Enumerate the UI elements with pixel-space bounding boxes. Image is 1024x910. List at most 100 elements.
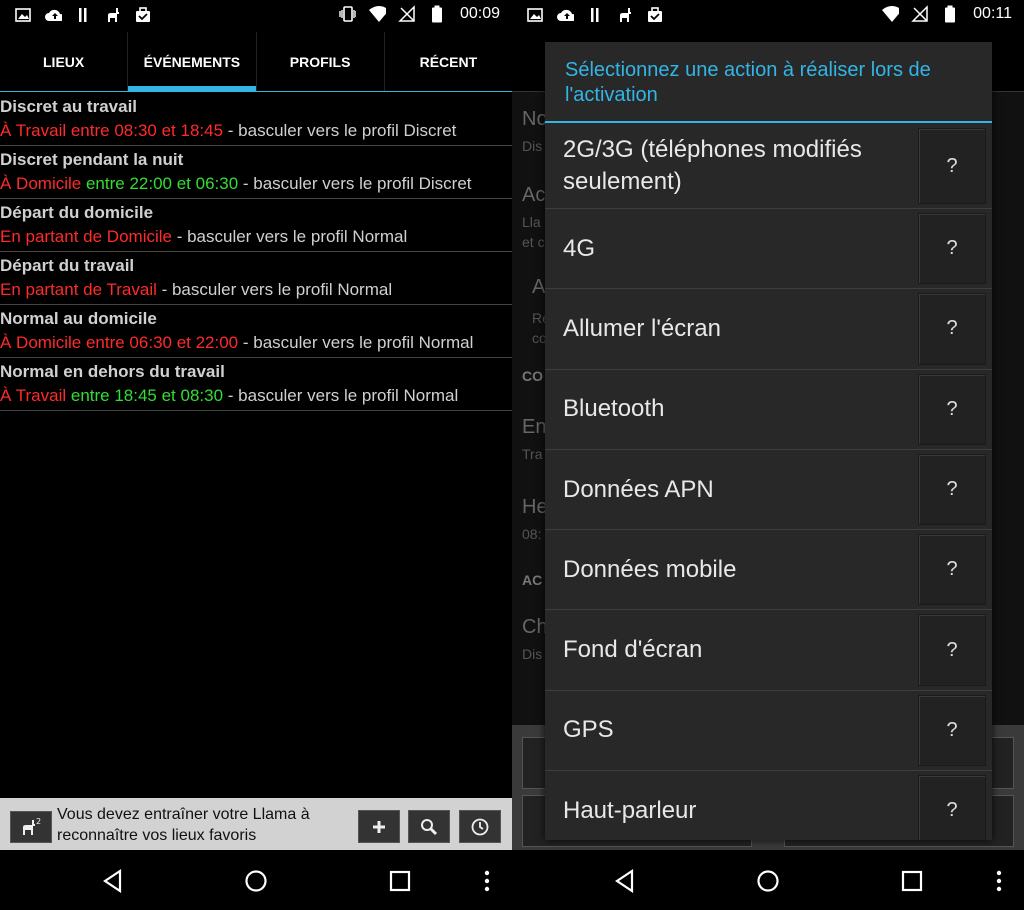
background-text: et c (522, 234, 545, 250)
pause-icon (586, 6, 604, 24)
background-text: A (532, 276, 546, 298)
event-action: - basculer vers le profil Discret (238, 174, 472, 193)
event-item[interactable]: Discret pendant la nuit À Domicile entre… (0, 146, 512, 199)
background-text: Lla (522, 214, 541, 230)
event-item[interactable]: Départ du travail En partant de Travail … (0, 252, 512, 305)
action-item-bluetooth[interactable]: Bluetooth ? (545, 370, 992, 450)
more-vert-icon (996, 870, 1002, 892)
help-button[interactable]: ? (918, 128, 986, 204)
cloud-upload-icon (44, 6, 62, 24)
action-item-speaker[interactable]: Haut-parleur ? (545, 771, 992, 840)
event-action: - basculer vers le profil Normal (238, 333, 474, 352)
help-button[interactable]: ? (918, 694, 986, 767)
tab-bar: LIEUX ÉVÉNEMENTS PROFILS RÉCENT (0, 32, 512, 92)
action-item-mobile-data[interactable]: Données mobile ? (545, 530, 992, 611)
event-item[interactable]: Départ du domicile En partant de Domicil… (0, 199, 512, 252)
event-title: Normal en dehors du travail (0, 362, 225, 381)
action-picker-screen: 00:11 No Dis Ac Lla et c A Re co CO En T… (512, 0, 1024, 910)
help-button[interactable]: ? (918, 453, 986, 526)
battery-icon (428, 5, 446, 23)
event-title: Discret pendant la nuit (0, 150, 184, 169)
info-message: Vous devez entraîner votre Llama à recon… (57, 806, 310, 844)
action-label: GPS (563, 716, 614, 744)
event-list: Discret au travail À Travail entre 08:30… (0, 93, 512, 411)
background-text: En (522, 416, 547, 438)
event-description: À Domicile entre 06:30 et 22:00 - bascul… (0, 331, 512, 354)
event-item[interactable]: Discret au travail À Travail entre 08:30… (0, 93, 512, 146)
action-list: 2G/3G (téléphones modifiés seulement) ? … (545, 124, 992, 840)
help-button[interactable]: ? (918, 373, 986, 445)
action-item-wallpaper[interactable]: Fond d'écran ? (545, 610, 992, 691)
more-vert-icon (484, 870, 490, 892)
dimmed-background: No Dis Ac Lla et c A Re co CO En Tra He … (512, 32, 1024, 850)
event-time-range: entre 22:00 et 06:30 (81, 174, 239, 193)
tab-evenements[interactable]: ÉVÉNEMENTS (128, 32, 257, 91)
navigation-bar (512, 850, 1024, 910)
timer-button[interactable] (459, 810, 501, 843)
action-label: Données mobile (563, 555, 737, 583)
image-notification-icon (14, 6, 32, 24)
llama-training-button[interactable]: 2 (10, 811, 52, 843)
event-action: - basculer vers le profil Normal (156, 280, 393, 299)
action-label: Allumer l'écran (563, 314, 721, 342)
event-item[interactable]: Normal au domicile À Domicile entre 06:3… (0, 305, 512, 358)
tab-lieux[interactable]: LIEUX (0, 32, 129, 91)
cloud-upload-icon (556, 6, 574, 24)
help-button[interactable]: ? (918, 775, 986, 840)
event-title: Discret au travail (0, 97, 138, 116)
tab-profils[interactable]: PROFILS (257, 32, 385, 91)
event-description: À Travail entre 08:30 et 18:45 - bascule… (0, 119, 512, 142)
back-button[interactable] (98, 866, 128, 896)
event-condition: À Travail (0, 386, 67, 405)
background-text: AC (522, 572, 543, 588)
add-button[interactable] (358, 810, 400, 843)
status-time: 00:11 (973, 5, 1012, 22)
background-text: 08: (522, 526, 542, 542)
briefcase-check-icon (134, 6, 152, 24)
search-button[interactable] (408, 810, 450, 843)
action-item-gps[interactable]: GPS ? (545, 691, 992, 772)
overflow-menu-button[interactable] (984, 866, 1014, 896)
tab-recent[interactable]: RÉCENT (385, 32, 512, 91)
event-action: - basculer vers le profil Normal (223, 386, 459, 405)
help-button[interactable]: ? (918, 534, 986, 606)
background-text: CO (522, 368, 543, 384)
status-bar: 00:09 (0, 0, 512, 32)
action-item-4g[interactable]: 4G ? (545, 209, 992, 290)
action-item-2g-3g[interactable]: 2G/3G (téléphones modifiés seulement) ? (545, 124, 992, 209)
home-button[interactable] (241, 866, 271, 896)
event-condition: En partant de Domicile (0, 227, 172, 246)
action-dialog: Sélectionnez une action à réaliser lors … (545, 42, 992, 840)
recents-button[interactable] (897, 866, 927, 896)
search-icon (421, 818, 438, 835)
wifi-icon (881, 5, 900, 23)
vibrate-icon (338, 5, 356, 23)
event-item[interactable]: Normal en dehors du travail À Travail en… (0, 358, 512, 411)
overflow-menu-button[interactable] (472, 866, 502, 896)
event-condition: À Travail entre 08:30 et 18:45 (0, 121, 224, 140)
back-icon (615, 869, 634, 893)
help-button[interactable]: ? (918, 293, 986, 365)
image-notification-icon (526, 6, 544, 24)
event-condition: À Domicile (0, 174, 82, 193)
home-button[interactable] (753, 866, 783, 896)
event-description: À Domicile entre 22:00 et 06:30 - bascul… (0, 172, 512, 195)
battery-icon (941, 5, 959, 23)
no-signal-icon (398, 5, 416, 23)
wifi-icon (368, 5, 386, 23)
action-item-screen-on[interactable]: Allumer l'écran ? (545, 289, 992, 370)
help-button[interactable]: ? (918, 614, 986, 686)
event-description: En partant de Domicile - basculer vers l… (0, 225, 512, 248)
back-button[interactable] (610, 866, 640, 896)
recents-button[interactable] (385, 866, 415, 896)
help-button[interactable]: ? (918, 213, 986, 285)
action-label: Bluetooth (563, 395, 665, 423)
briefcase-check-icon (646, 6, 664, 24)
no-signal-icon (911, 5, 929, 23)
action-item-apn[interactable]: Données APN ? (545, 450, 992, 531)
recents-icon (901, 870, 923, 892)
llama-icon (104, 6, 122, 24)
home-icon (245, 870, 267, 892)
navigation-bar (0, 850, 512, 910)
event-description: En partant de Travail - basculer vers le… (0, 278, 512, 301)
